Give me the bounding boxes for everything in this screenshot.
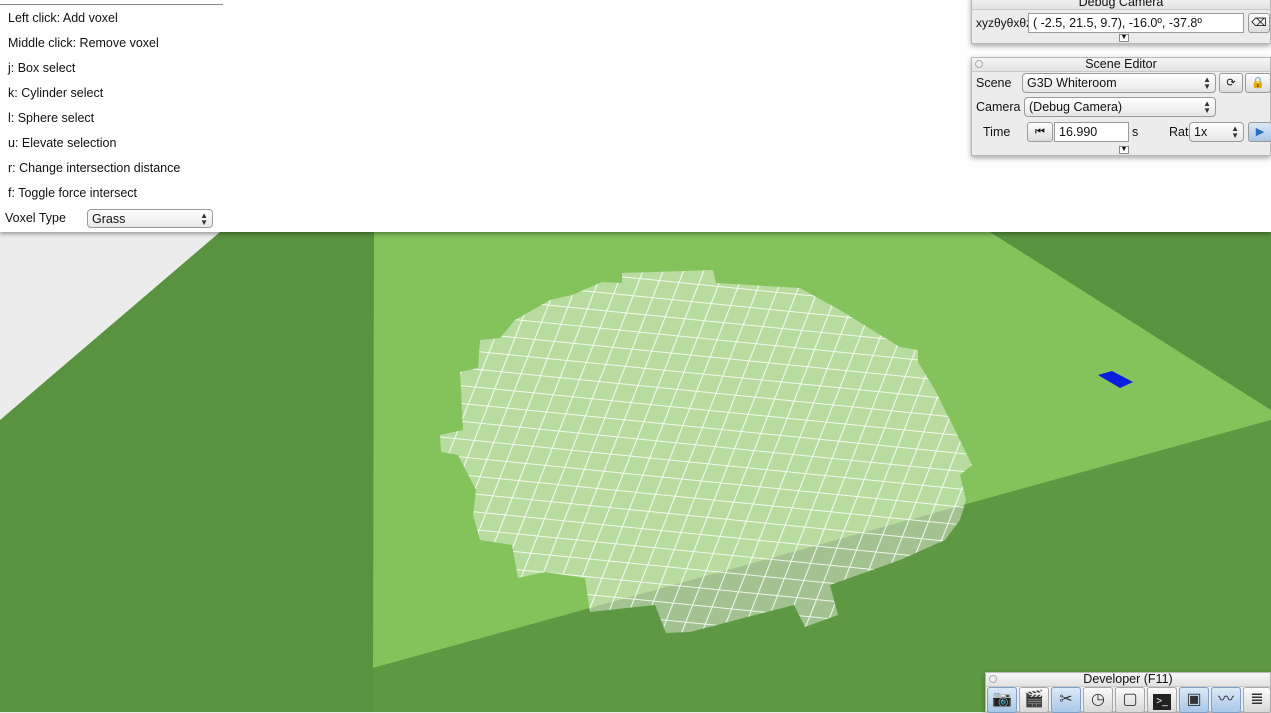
scene-value: G3D Whiteroom: [1027, 76, 1117, 90]
scene-label: Scene: [976, 76, 1012, 90]
rewind-icon[interactable]: ⏮: [1027, 122, 1053, 142]
help-remove-voxel: Middle click: Remove voxel: [8, 36, 159, 50]
camera-value: (Debug Camera): [1029, 100, 1123, 114]
xyz-label: xyzθyθxθz: [976, 16, 1033, 30]
scene-editor-window: Scene Editor Scene G3D Whiteroom ▲ ▼ ⟳ 🔒 …: [971, 57, 1271, 156]
window-close-icon[interactable]: [975, 60, 983, 68]
developer-window: Developer (F11) 📷 🎬 ✂ ◷ ▢ >_ ▣ 〰 ≣: [985, 672, 1271, 713]
help-box-select: j: Box select: [8, 61, 76, 75]
profiler-icon[interactable]: 〰: [1211, 687, 1241, 713]
tools-icon[interactable]: ✂: [1051, 687, 1081, 713]
scene-editor-title: Scene Editor: [972, 58, 1270, 72]
camera-select[interactable]: (Debug Camera) ▲ ▼: [1024, 97, 1216, 117]
debug-camera-title: Debug Camera: [972, 0, 1270, 10]
clock-icon[interactable]: ◷: [1083, 687, 1113, 713]
help-sphere-select: l: Sphere select: [8, 111, 95, 125]
help-intersection-distance: r: Change intersection distance: [8, 161, 181, 175]
help-add-voxel: Left click: Add voxel: [8, 11, 118, 25]
camera-label: Camera: [976, 100, 1021, 114]
help-force-intersect: f: Toggle force intersect: [8, 186, 138, 200]
updown-arrows-icon: ▲ ▼: [1203, 75, 1211, 91]
developer-title: Developer (F11): [986, 673, 1270, 687]
camera-icon[interactable]: 📷: [987, 687, 1017, 713]
reload-icon[interactable]: ⟳: [1219, 73, 1243, 93]
play-icon[interactable]: ▶: [1248, 122, 1271, 142]
scene-select[interactable]: G3D Whiteroom ▲ ▼: [1022, 73, 1216, 93]
rate-value: 1x: [1194, 125, 1208, 139]
panel-divider: [0, 4, 223, 5]
terminal-icon[interactable]: >_: [1147, 687, 1177, 713]
scene-window-icon[interactable]: ▣: [1179, 687, 1209, 713]
help-elevate: u: Elevate selection: [8, 136, 117, 150]
time-label: Time: [983, 125, 1011, 139]
eraser-icon[interactable]: ⌫: [1248, 13, 1270, 33]
debug-camera-window: Debug Camera xyzθyθxθz ( -2.5, 21.5, 9.7…: [971, 0, 1271, 44]
document-icon[interactable]: ≣: [1243, 687, 1271, 713]
time-field[interactable]: 16.990: [1054, 122, 1129, 142]
window-close-icon[interactable]: [989, 675, 997, 683]
updown-arrows-icon: ▲ ▼: [1231, 124, 1239, 140]
rate-select[interactable]: 1x ▲ ▼: [1189, 122, 1244, 142]
help-cylinder-select: k: Cylinder select: [8, 86, 104, 100]
updown-arrows-icon: ▲ ▼: [200, 211, 208, 227]
collapse-arrow-icon[interactable]: ▼: [1119, 146, 1129, 154]
updown-arrows-icon: ▲ ▼: [1203, 99, 1211, 115]
camera-position-field[interactable]: ( -2.5, 21.5, 9.7), -16.0º, -37.8º: [1028, 13, 1244, 33]
time-unit: s: [1132, 125, 1139, 139]
voxel-type-value: Grass: [92, 212, 126, 226]
collapse-arrow-icon[interactable]: ▼: [1119, 34, 1129, 42]
voxel-type-select[interactable]: Grass ▲ ▼: [87, 209, 213, 228]
voxel-type-label: Voxel Type: [5, 211, 66, 225]
new-window-icon[interactable]: ▢: [1115, 687, 1145, 713]
clapperboard-icon[interactable]: 🎬: [1019, 687, 1049, 713]
lock-icon[interactable]: 🔒: [1245, 73, 1271, 93]
